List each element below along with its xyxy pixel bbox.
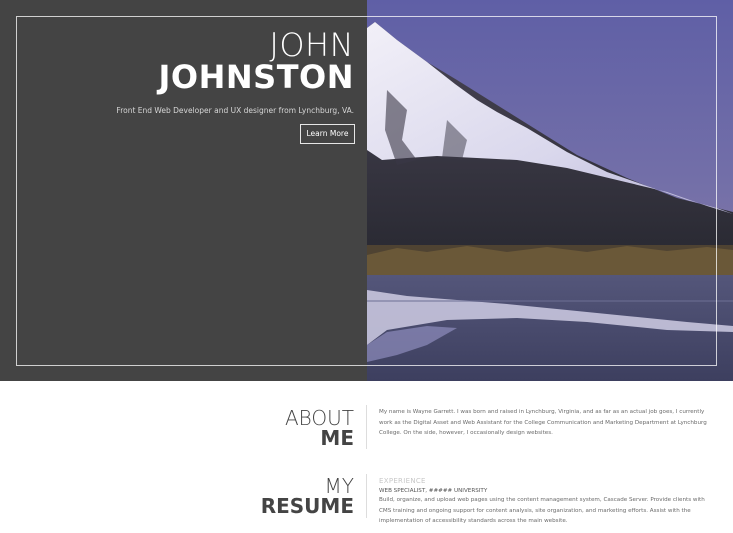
about-divider [366, 405, 367, 449]
hero-section: JOHN JOHNSTON Front End Web Developer an… [0, 0, 733, 381]
about-title-bold: ME [320, 426, 354, 450]
resume-title-bold: RESUME [260, 494, 354, 518]
resume-divider [366, 474, 367, 518]
about-text: My name is Wayne Garrett. I was born and… [379, 409, 707, 436]
mountain-lake-illustration [367, 0, 733, 381]
hero-first-name: JOHN [269, 26, 354, 64]
hero-tagline: Front End Web Developer and UX designer … [116, 106, 354, 115]
hero-mountain-image [367, 0, 733, 381]
learn-more-button[interactable]: Learn More [300, 124, 355, 144]
job-description: Build, organize, and upload web pages us… [379, 497, 705, 524]
job-title: WEB SPECIALIST, ##### UNIVERSITY [379, 488, 488, 494]
hero-last-name: JOHNSTON [158, 58, 354, 96]
experience-label: EXPERIENCE [379, 477, 426, 485]
